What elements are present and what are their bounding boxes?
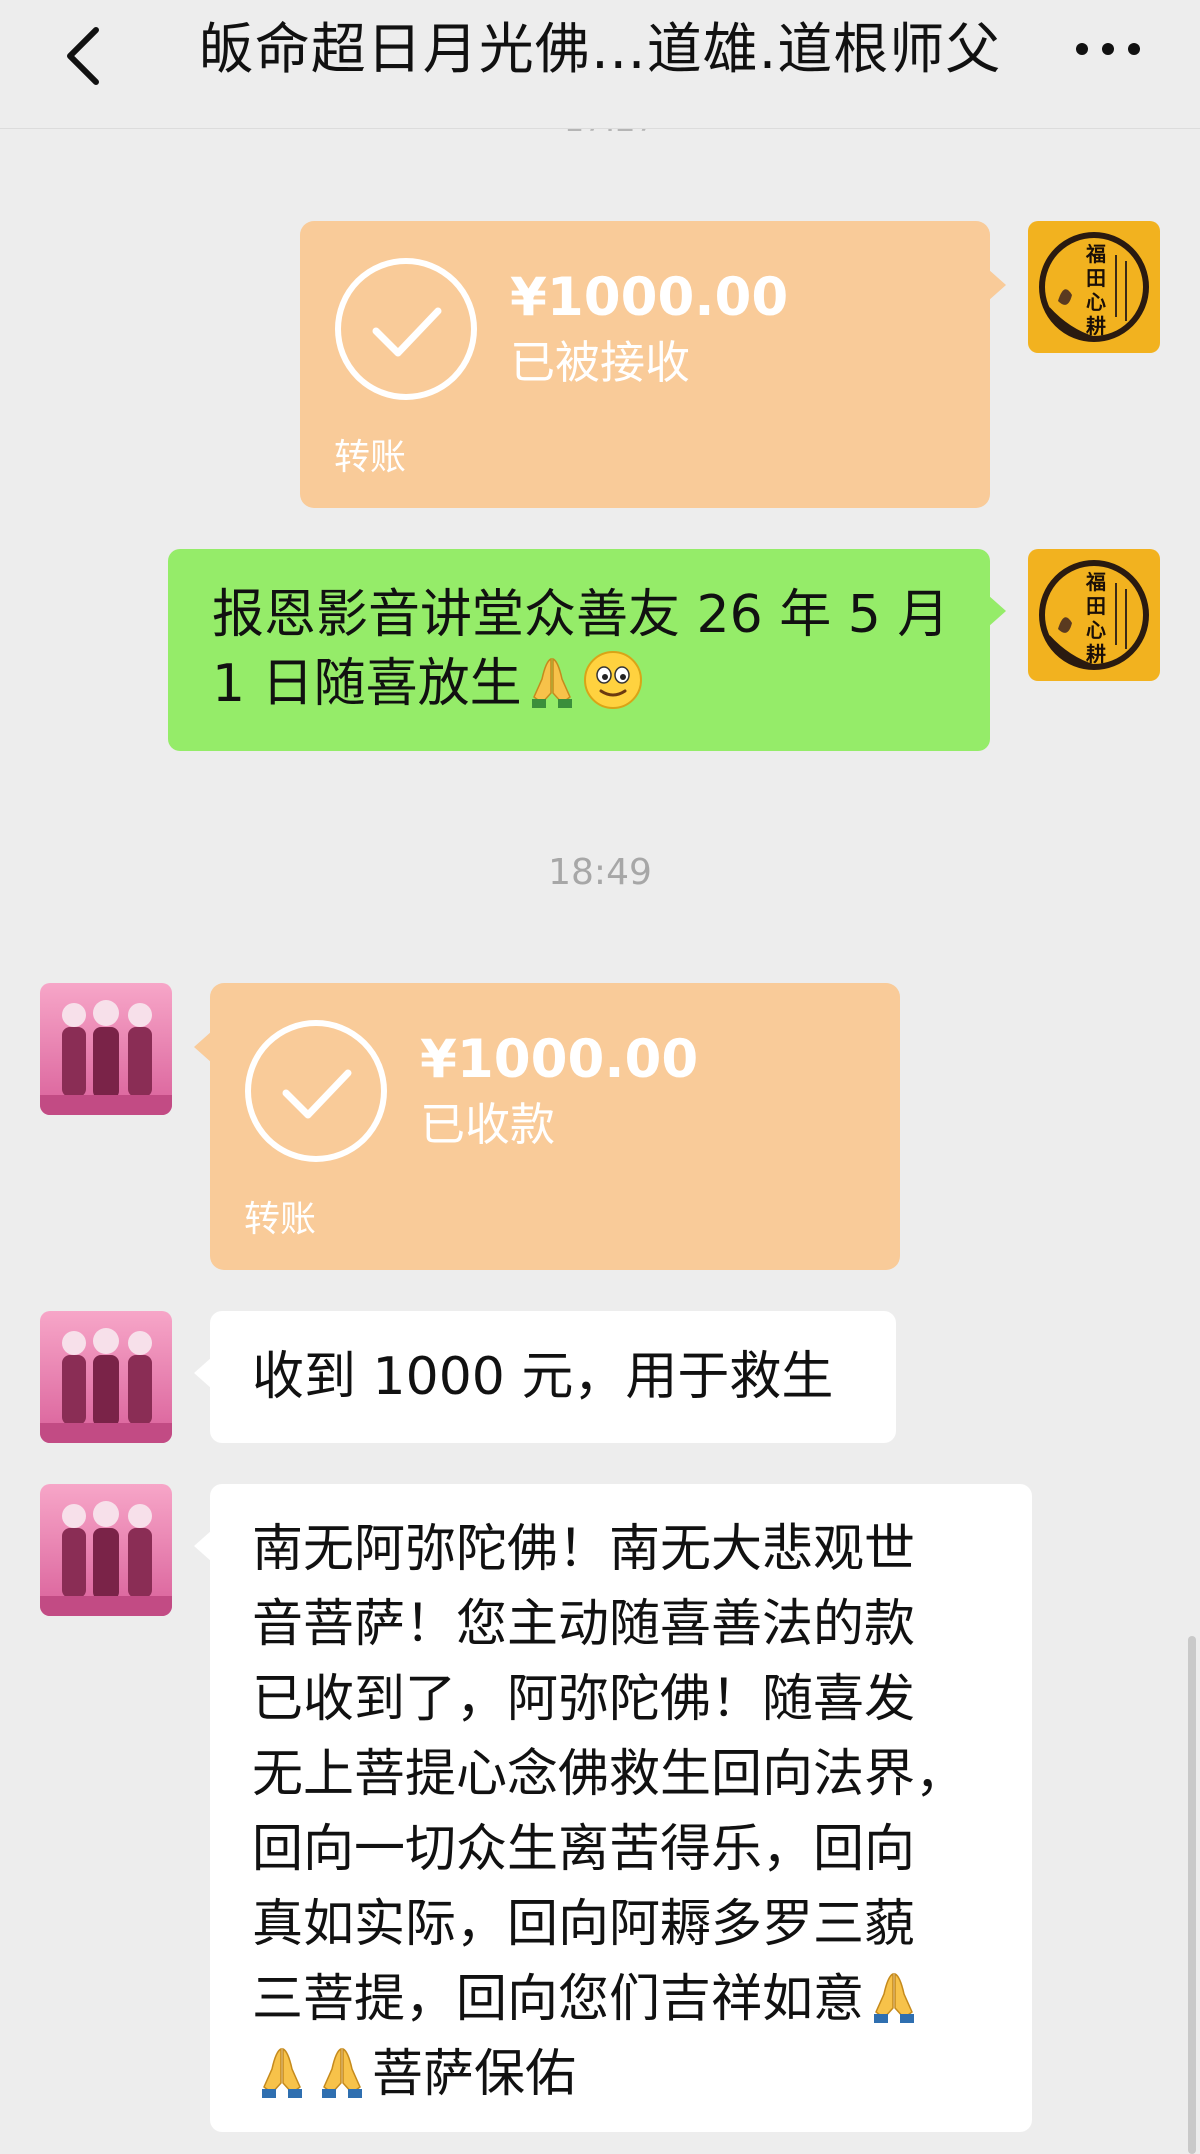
buddha-figures-avatar-image — [40, 1311, 172, 1443]
message-line: 报恩影音讲堂众善友 26 年 5 月 — [212, 585, 950, 645]
message-line: 南无阿弥陀佛！南无大悲观世 — [252, 1520, 916, 1579]
praying-hands-icon — [262, 2047, 302, 2098]
bubble-tail — [988, 269, 1006, 301]
more-dots-icon — [1102, 43, 1114, 55]
self-avatar[interactable]: 福 田 心 耕 — [1028, 221, 1160, 353]
check-circle-icon — [332, 255, 480, 403]
bubble-tail — [194, 1530, 212, 1562]
buddha-figures-avatar-image — [40, 983, 172, 1115]
self-avatar[interactable]: 福 田 心 耕 — [1028, 549, 1160, 681]
chat-header: 皈命超日月光佛…道雄.道根师父 — [0, 0, 1200, 129]
message-line: 真如实际，回向阿耨多罗三藐 — [252, 1895, 916, 1954]
message-bubble-sent[interactable]: 报恩影音讲堂众善友 26 年 5 月 1 日随喜放生 — [168, 549, 1006, 751]
message-timestamp: 18:49 — [548, 852, 652, 893]
transfer-card-received[interactable]: ¥1000.00 已收款 转账 — [194, 983, 900, 1270]
transfer-amount: ¥1000.00 — [420, 1029, 699, 1090]
transfer-card-sent[interactable]: ¥1000.00 已被接收 转账 — [300, 221, 1006, 508]
bubble-tail — [194, 1357, 212, 1389]
svg-text:心: 心 — [1086, 618, 1106, 642]
chat-screen: 皈命超日月光佛…道雄.道根师父 17:27 福 田 心 耕 — [0, 0, 1200, 2154]
message-line-with-emoji: 菩萨保佑 — [252, 2037, 990, 2112]
more-dots-icon — [1128, 43, 1140, 55]
message-line: 音菩萨！您主动随喜善法的款 — [252, 1595, 916, 1654]
transfer-label: 转账 — [244, 1199, 317, 1240]
message-line: 已收到了，阿弥陀佛！随喜发 — [252, 1670, 916, 1729]
svg-text:福: 福 — [1085, 242, 1106, 266]
svg-text:福: 福 — [1085, 570, 1106, 594]
svg-text:田: 田 — [1086, 594, 1106, 618]
check-circle-icon — [242, 1017, 390, 1165]
message-line: 回向一切众生离苦得乐，回向 — [252, 1820, 916, 1879]
svg-text:耕: 耕 — [1086, 314, 1106, 338]
message-line: 无上菩提心念佛救生回向法界， — [252, 1745, 967, 1804]
svg-text:田: 田 — [1086, 266, 1106, 290]
praying-hands-icon — [322, 2047, 362, 2098]
chevron-left-icon — [67, 27, 99, 85]
transfer-status: 已被接收 — [510, 336, 691, 389]
back-button[interactable] — [48, 16, 128, 96]
contact-avatar[interactable] — [40, 983, 172, 1115]
chat-title: 皈命超日月光佛…道雄.道根师父 — [198, 17, 1002, 81]
message-line: 1 日随喜放生 — [212, 654, 522, 714]
transfer-label: 转账 — [334, 437, 407, 478]
message-bubble-received-long[interactable]: 南无阿弥陀佛！南无大悲观世 音菩萨！您主动随喜善法的款 已收到了，阿弥陀佛！随喜… — [194, 1484, 1032, 2132]
scrollbar[interactable] — [1188, 1636, 1196, 2154]
more-dots-icon — [1076, 43, 1088, 55]
message-line: 三菩提，回向您们吉祥如意 — [252, 1970, 865, 2029]
svg-text:耕: 耕 — [1086, 642, 1106, 666]
contact-avatar[interactable] — [40, 1311, 172, 1443]
message-line: 菩萨保佑 — [372, 2045, 577, 2104]
buddha-figures-avatar-image — [40, 1484, 172, 1616]
bubble-tail — [194, 1031, 212, 1063]
more-button[interactable] — [1058, 18, 1158, 80]
praying-hands-icon — [874, 1972, 915, 2023]
transfer-amount: ¥1000.00 — [510, 267, 789, 328]
calligraphy-avatar-image: 福 田 心 耕 — [1028, 221, 1160, 353]
message-text: 收到 1000 元，用于救生 — [252, 1347, 834, 1407]
message-bubble-received[interactable]: 收到 1000 元，用于救生 — [194, 1311, 896, 1443]
contact-avatar[interactable] — [40, 1484, 172, 1616]
message-line-with-emoji: 1 日随喜放生 — [212, 649, 946, 718]
message-line-with-emoji: 三菩提，回向您们吉祥如意 — [252, 1962, 990, 2037]
svg-text:心: 心 — [1086, 290, 1106, 314]
bubble-tail — [988, 595, 1006, 627]
smiley-face-icon — [583, 651, 642, 709]
praying-hands-icon — [531, 657, 572, 708]
transfer-status: 已收款 — [420, 1098, 556, 1151]
calligraphy-avatar-image: 福 田 心 耕 — [1028, 549, 1160, 681]
